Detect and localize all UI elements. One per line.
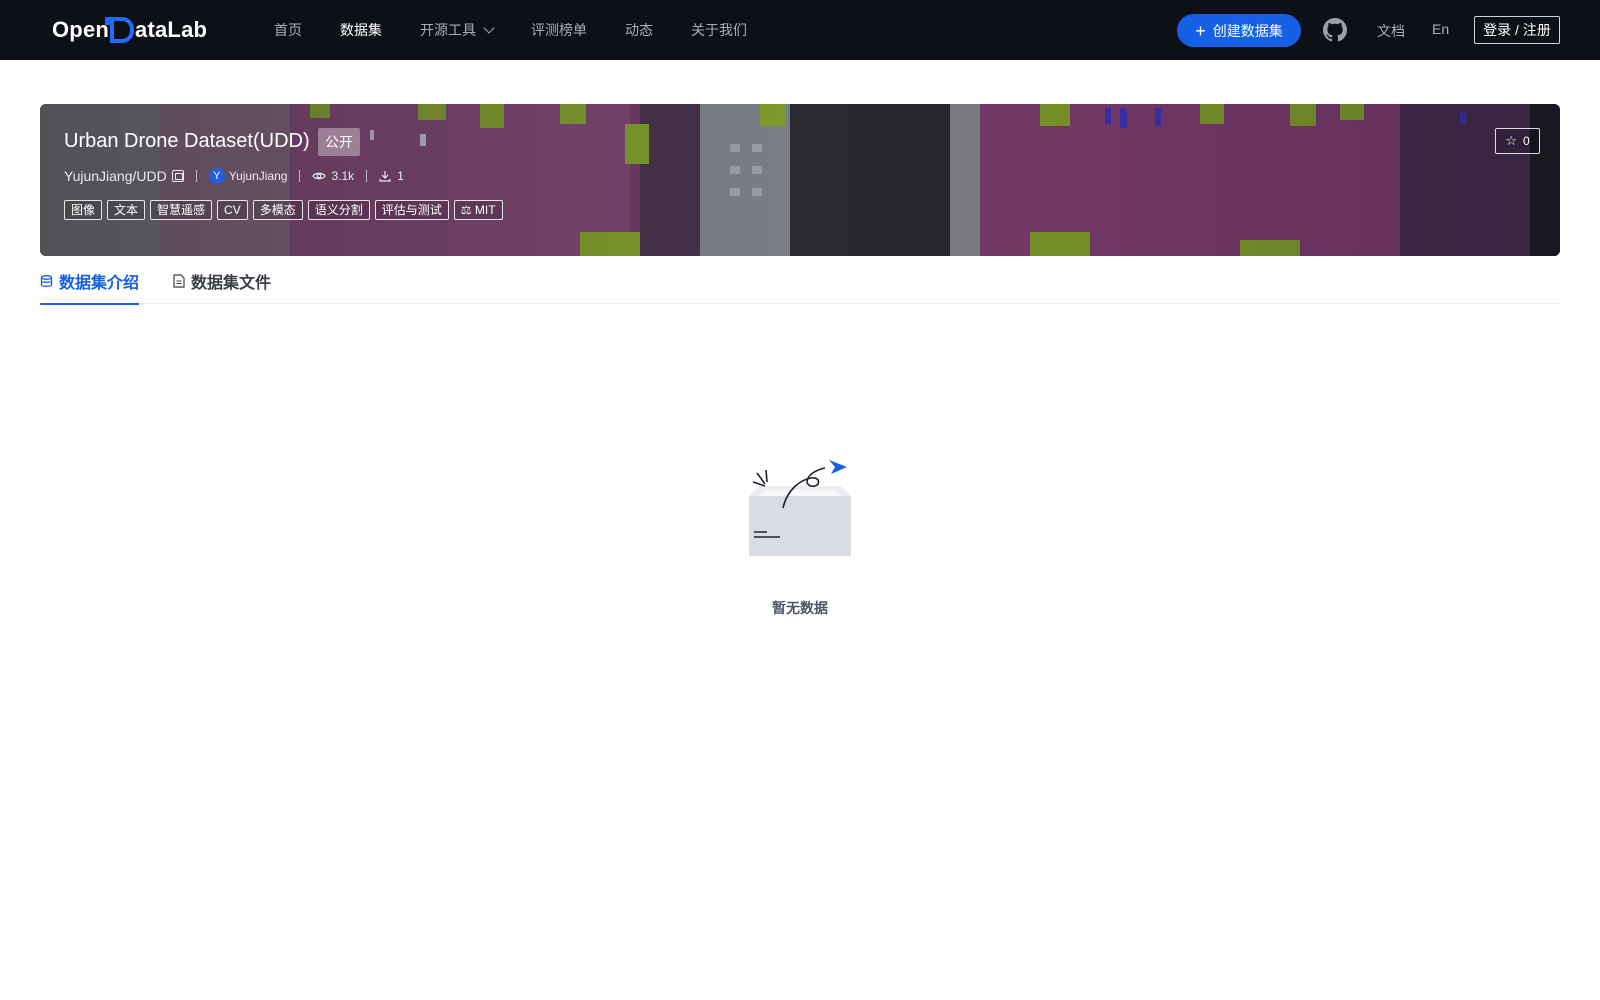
nav-item-news[interactable]: 动态 [625,20,653,40]
avatar: Y [208,168,225,184]
dataset-banner: Urban Drone Dataset(UDD) 公开 YujunJiang/U… [40,104,1560,256]
tag[interactable]: 语义分割 [307,200,370,220]
dataset-tabs: 数据集介绍 数据集文件 [40,258,1560,305]
star-icon: ☆ [1505,133,1517,148]
download-icon [379,171,391,182]
create-dataset-button[interactable]: + 创建数据集 [1177,14,1301,47]
dataset-title: Urban Drone Dataset(UDD) [64,130,310,152]
owner-name[interactable]: YujunJiang [229,169,288,183]
tab-dataset-intro[interactable]: 数据集介绍 [40,258,140,305]
tag-list: 图像 文本 智慧遥感 CV 多模态 语义分割 评估与测试 ⚖ MIT [64,200,508,220]
tag[interactable]: 智慧遥感 [150,200,213,220]
file-icon [173,274,185,288]
nav-item-about[interactable]: 关于我们 [691,20,747,40]
tag[interactable]: 多模态 [252,200,303,220]
eye-icon [312,172,327,180]
view-count: 3.1k [331,169,355,183]
tag[interactable]: CV [217,200,248,220]
copy-icon[interactable] [171,170,184,182]
repo-path: YujunJiang/UDD [64,168,167,184]
logo-text-right: ataLab [135,17,208,42]
plus-icon: + [1195,20,1206,41]
divider [195,170,197,182]
docs-link[interactable]: 文档 [1377,21,1405,41]
logo-text-left: Open [52,17,110,42]
divider [299,170,301,182]
download-count: 1 [397,169,404,183]
top-navbar: Open ataLab 首页 数据集 开源工具 评测榜单 动态 关于我们 + 创… [0,0,1600,60]
nav-item-datasets[interactable]: 数据集 [340,20,382,40]
visibility-badge: 公开 [318,128,360,156]
tag[interactable]: 评估与测试 [374,200,449,220]
tag[interactable]: 文本 [107,200,146,220]
nav-item-leaderboard[interactable]: 评测榜单 [531,20,587,40]
star-count: 0 [1522,134,1530,148]
opendatalab-logo[interactable]: Open ataLab [52,16,207,44]
divider [366,170,368,182]
scale-icon: ⚖ [460,203,472,217]
login-register-button[interactable]: 登录 / 注册 [1474,16,1560,44]
empty-state-text: 暂无数据 [772,600,828,616]
tab-dataset-files[interactable]: 数据集文件 [173,258,271,304]
tag[interactable]: 图像 [64,200,103,220]
logo-d-mark [105,17,135,43]
chevron-down-icon [483,22,495,34]
dataset-meta-row: YujunJiang/UDD Y YujunJiang 3.1k 1 [64,166,404,186]
main-nav: 首页 数据集 开源工具 评测榜单 动态 关于我们 [274,0,785,60]
language-switch[interactable]: En [1432,21,1449,37]
nav-item-home[interactable]: 首页 [274,20,302,40]
license-tag[interactable]: ⚖ MIT [453,200,503,220]
star-button[interactable]: ☆ 0 [1495,128,1540,154]
github-icon[interactable] [1323,18,1347,42]
empty-box-illustration [749,460,851,556]
database-icon [40,274,53,287]
nav-item-open-source-tools[interactable]: 开源工具 [420,20,495,40]
